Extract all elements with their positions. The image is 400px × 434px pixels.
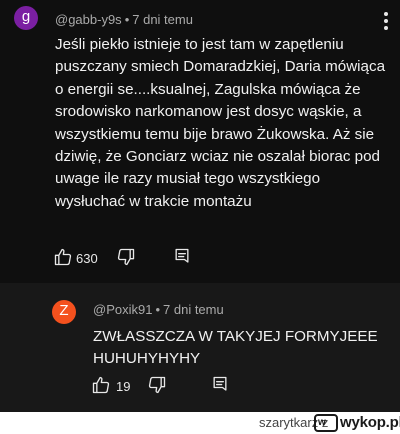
reply-icon[interactable] [210, 375, 230, 395]
reply-comment: Z @Poxik91 • 7 dni temu ZWŁASSZCZA W TAKYJ… [0, 283, 400, 412]
more-vertical-icon[interactable] [384, 12, 388, 30]
comment-text: Jeśli piekło istnieje to jest tam w zapę… [55, 36, 386, 210]
comment-author[interactable]: @gabb-y9s [55, 12, 122, 27]
avatar-letter: Z [59, 302, 69, 319]
reply-icon[interactable] [172, 247, 192, 267]
site-name: wykop.pl [340, 414, 400, 431]
thumb-down-icon[interactable] [147, 375, 167, 395]
comment-text: ZWŁASSZCZA W TAKYJEJ FORMYJEEE HUHUHYHYH… [93, 328, 378, 367]
comment-meta: @Poxik91 • 7 dni temu [93, 302, 224, 317]
footer-username[interactable]: szarytkarz [259, 415, 318, 430]
thumb-up-icon[interactable] [53, 247, 73, 267]
thumb-up-icon[interactable] [91, 375, 111, 395]
comment-author[interactable]: @Poxik91 [93, 302, 152, 317]
thumb-down-icon[interactable] [116, 247, 136, 267]
wykop-logo-icon: w [314, 414, 338, 432]
logo-badge-letter: w [318, 417, 326, 428]
avatar[interactable]: Z [52, 300, 76, 324]
footer-bar: szarytkarz z w wykop.pl [0, 412, 400, 434]
like-count: 630 [76, 251, 98, 266]
like-count: 19 [116, 379, 131, 394]
comment-meta: @gabb-y9s • 7 dni temu [55, 12, 193, 27]
meta-separator: • [124, 12, 130, 27]
comment: g @gabb-y9s • 7 dni temu Jeśli piekło istn… [0, 0, 400, 283]
meta-separator: • [155, 302, 161, 317]
comments-screen: g @gabb-y9s • 7 dni temu Jeśli piekło istn… [0, 0, 400, 412]
avatar-letter: g [21, 8, 31, 25]
comment-time: 7 dni temu [163, 302, 224, 317]
comment-time: 7 dni temu [132, 12, 193, 27]
avatar[interactable]: g [14, 6, 38, 30]
